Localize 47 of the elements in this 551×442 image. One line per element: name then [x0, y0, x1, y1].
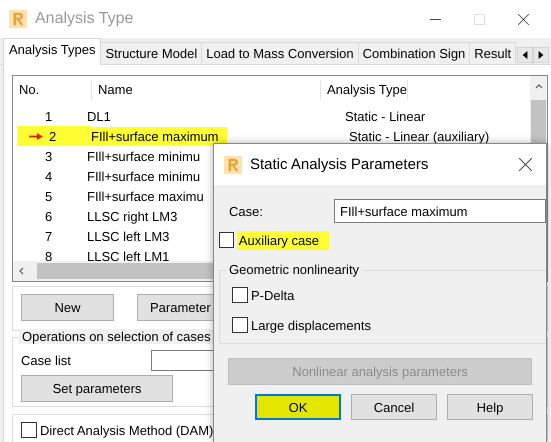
dialog-title: Static Analysis Parameters: [250, 156, 430, 173]
tab[interactable]: Combination Sign: [358, 42, 470, 64]
table-cell: DL1: [87, 108, 111, 124]
button[interactable]: OK: [255, 394, 341, 420]
checkbox[interactable]: [219, 232, 234, 248]
table-cell: FIll+surface minimu: [87, 168, 200, 184]
table-cell: LLSC right LM3: [87, 208, 178, 224]
checkbox[interactable]: [232, 287, 248, 303]
app-logo-icon: [224, 156, 242, 174]
checkbox-label: Auxiliary case: [236, 230, 329, 250]
field-label: Case:: [228, 204, 264, 218]
checkbox[interactable]: [232, 317, 248, 333]
table-cell: 2: [49, 128, 56, 144]
button[interactable]: Help: [447, 394, 533, 420]
column-header[interactable]: Analysis Type: [321, 80, 408, 100]
close-icon[interactable]: [518, 14, 529, 24]
table-cell-text: Static - Linear (auxiliary): [348, 128, 490, 146]
tab[interactable]: Analysis Types: [3, 38, 102, 65]
scroll-left-icon[interactable]: [517, 47, 534, 63]
checkbox-label: Direct Analysis Method (DAM): [40, 422, 214, 438]
button[interactable]: New: [21, 294, 114, 321]
table-cell: LLSC left LM1: [87, 248, 170, 264]
table-cell-text: Static - Linear: [344, 108, 426, 126]
set-parameters-button[interactable]: Set parameters: [21, 375, 173, 402]
table-cell: 3: [45, 148, 52, 164]
case-name-field[interactable]: FIll+surface maximum: [334, 199, 546, 223]
table-cell: LLSC left LM3: [87, 228, 170, 244]
scroll-right-icon[interactable]: [533, 47, 550, 63]
table-cell: 4: [45, 168, 52, 184]
table-cell: 1: [45, 108, 52, 124]
table-cell: FIll+surface maximu: [87, 188, 204, 204]
column-header[interactable]: No.: [13, 80, 92, 100]
table-cell: 5: [45, 188, 52, 204]
table-cell: FIll+surface minimu: [87, 148, 200, 164]
app-logo-icon: [9, 10, 27, 28]
window-title: Analysis Type: [35, 10, 134, 28]
table-cell: 6: [45, 208, 52, 224]
tab[interactable]: Result: [469, 42, 516, 64]
group-title: Geometric nonlinearity: [226, 262, 362, 277]
table-cell: 7: [45, 228, 52, 244]
close-icon[interactable]: [519, 158, 532, 171]
table-cell: 8: [45, 248, 52, 264]
checkbox[interactable]: [21, 422, 37, 438]
button[interactable]: Cancel: [351, 394, 437, 420]
column-header[interactable]: Name: [92, 80, 321, 100]
group-title: Operations on selection of cases: [19, 329, 214, 344]
field-label: Case list: [21, 353, 72, 368]
